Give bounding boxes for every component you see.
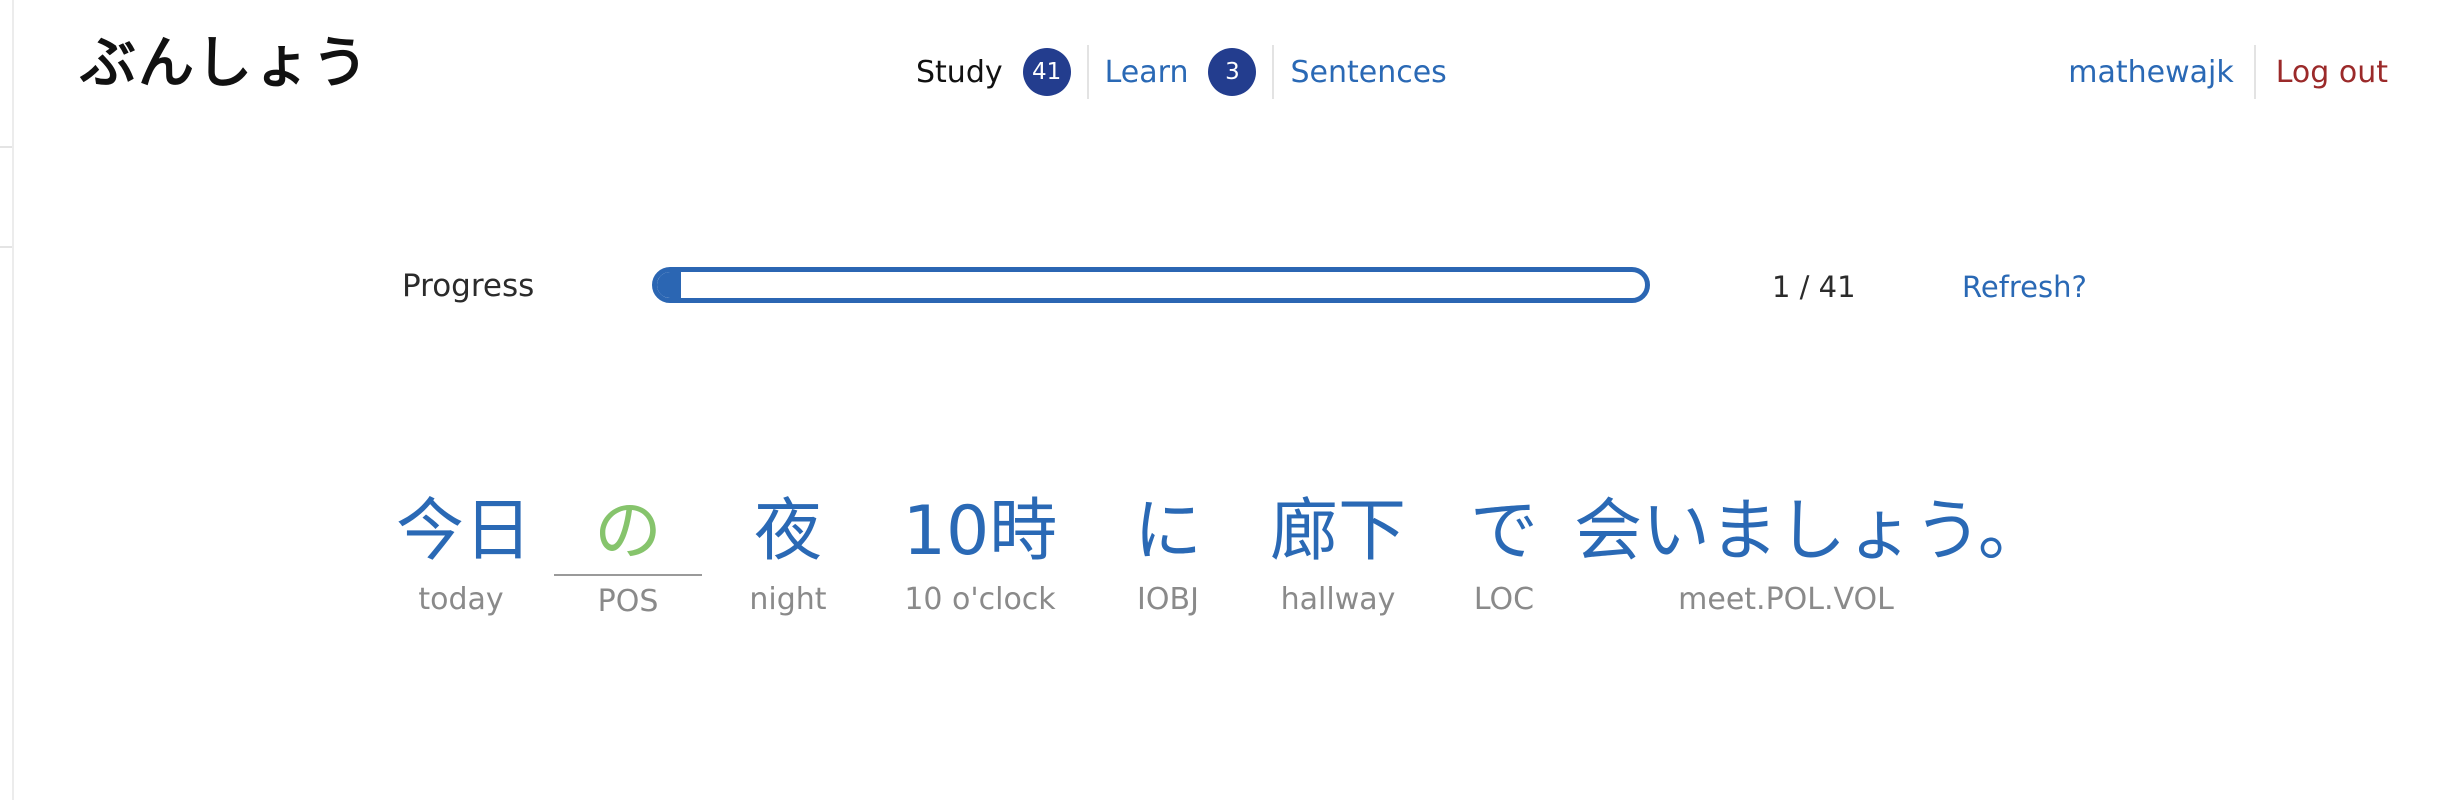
page: ぶんしょう Study 41 Learn 3 Sentences mathewa… (0, 0, 2440, 800)
word-gloss: LOC (1473, 582, 1535, 617)
word-gloss: night (749, 582, 827, 617)
main-nav: Study 41 Learn 3 Sentences (916, 44, 1463, 100)
word-gloss: POS (597, 584, 659, 619)
logout-link[interactable]: Log out (2256, 55, 2388, 90)
sentence-word[interactable]: 夜 night (738, 490, 838, 620)
word-japanese: 10時 (902, 492, 1058, 571)
word-japanese: 廊下 (1269, 492, 1406, 571)
progress-bar-fill (657, 272, 682, 298)
word-japanese: の (554, 490, 702, 576)
nav-item-study[interactable]: Study 41 (916, 44, 1087, 100)
sentence-word[interactable]: 今日 today (396, 490, 533, 620)
sentence-word[interactable]: 廊下 hallway (1268, 490, 1408, 620)
word-japanese: に (1133, 492, 1202, 571)
progress-label: Progress (402, 268, 535, 304)
sentence-word[interactable]: に IOBJ (1118, 490, 1218, 620)
nav-sentences-label: Sentences (1290, 54, 1447, 90)
app-logo[interactable]: ぶんしょう (80, 28, 370, 98)
sentence-word[interactable]: 10時 10 o'clock (880, 490, 1080, 620)
window-edge-tick (0, 246, 12, 248)
word-japanese: 会いましょう。 (1574, 492, 2046, 571)
sentence-word[interactable]: 会いましょう。 meet.POL.VOL (1574, 490, 2046, 620)
study-count-badge: 41 (1022, 48, 1071, 96)
word-japanese: 夜 (753, 492, 822, 571)
progress-bar (652, 267, 1650, 303)
word-japanese: 今日 (396, 492, 533, 571)
refresh-link[interactable]: Refresh? (1962, 270, 2087, 304)
progress-count: 1 / 41 (1772, 270, 1856, 304)
word-gloss: today (418, 582, 504, 617)
word-gloss: IOBJ (1137, 582, 1199, 617)
sentence-word-selected[interactable]: の POS (554, 490, 702, 622)
nav-item-learn[interactable]: Learn 3 (1089, 44, 1273, 100)
window-edge (12, 0, 14, 800)
word-gloss: 10 o'clock (904, 582, 1056, 617)
nav-study-label: Study (916, 54, 1003, 90)
word-gloss: meet.POL.VOL (1678, 582, 1894, 617)
account-menu: mathewajk Log out (2068, 44, 2388, 100)
username-link[interactable]: mathewajk (2068, 55, 2253, 90)
window-edge-tick (0, 146, 12, 148)
word-japanese: で (1469, 492, 1538, 571)
nav-item-sentences[interactable]: Sentences (1274, 44, 1462, 100)
sentence-word[interactable]: で LOC (1454, 490, 1554, 620)
learn-count-badge: 3 (1208, 48, 1257, 96)
word-gloss: hallway (1280, 582, 1396, 617)
nav-learn-label: Learn (1104, 54, 1189, 90)
